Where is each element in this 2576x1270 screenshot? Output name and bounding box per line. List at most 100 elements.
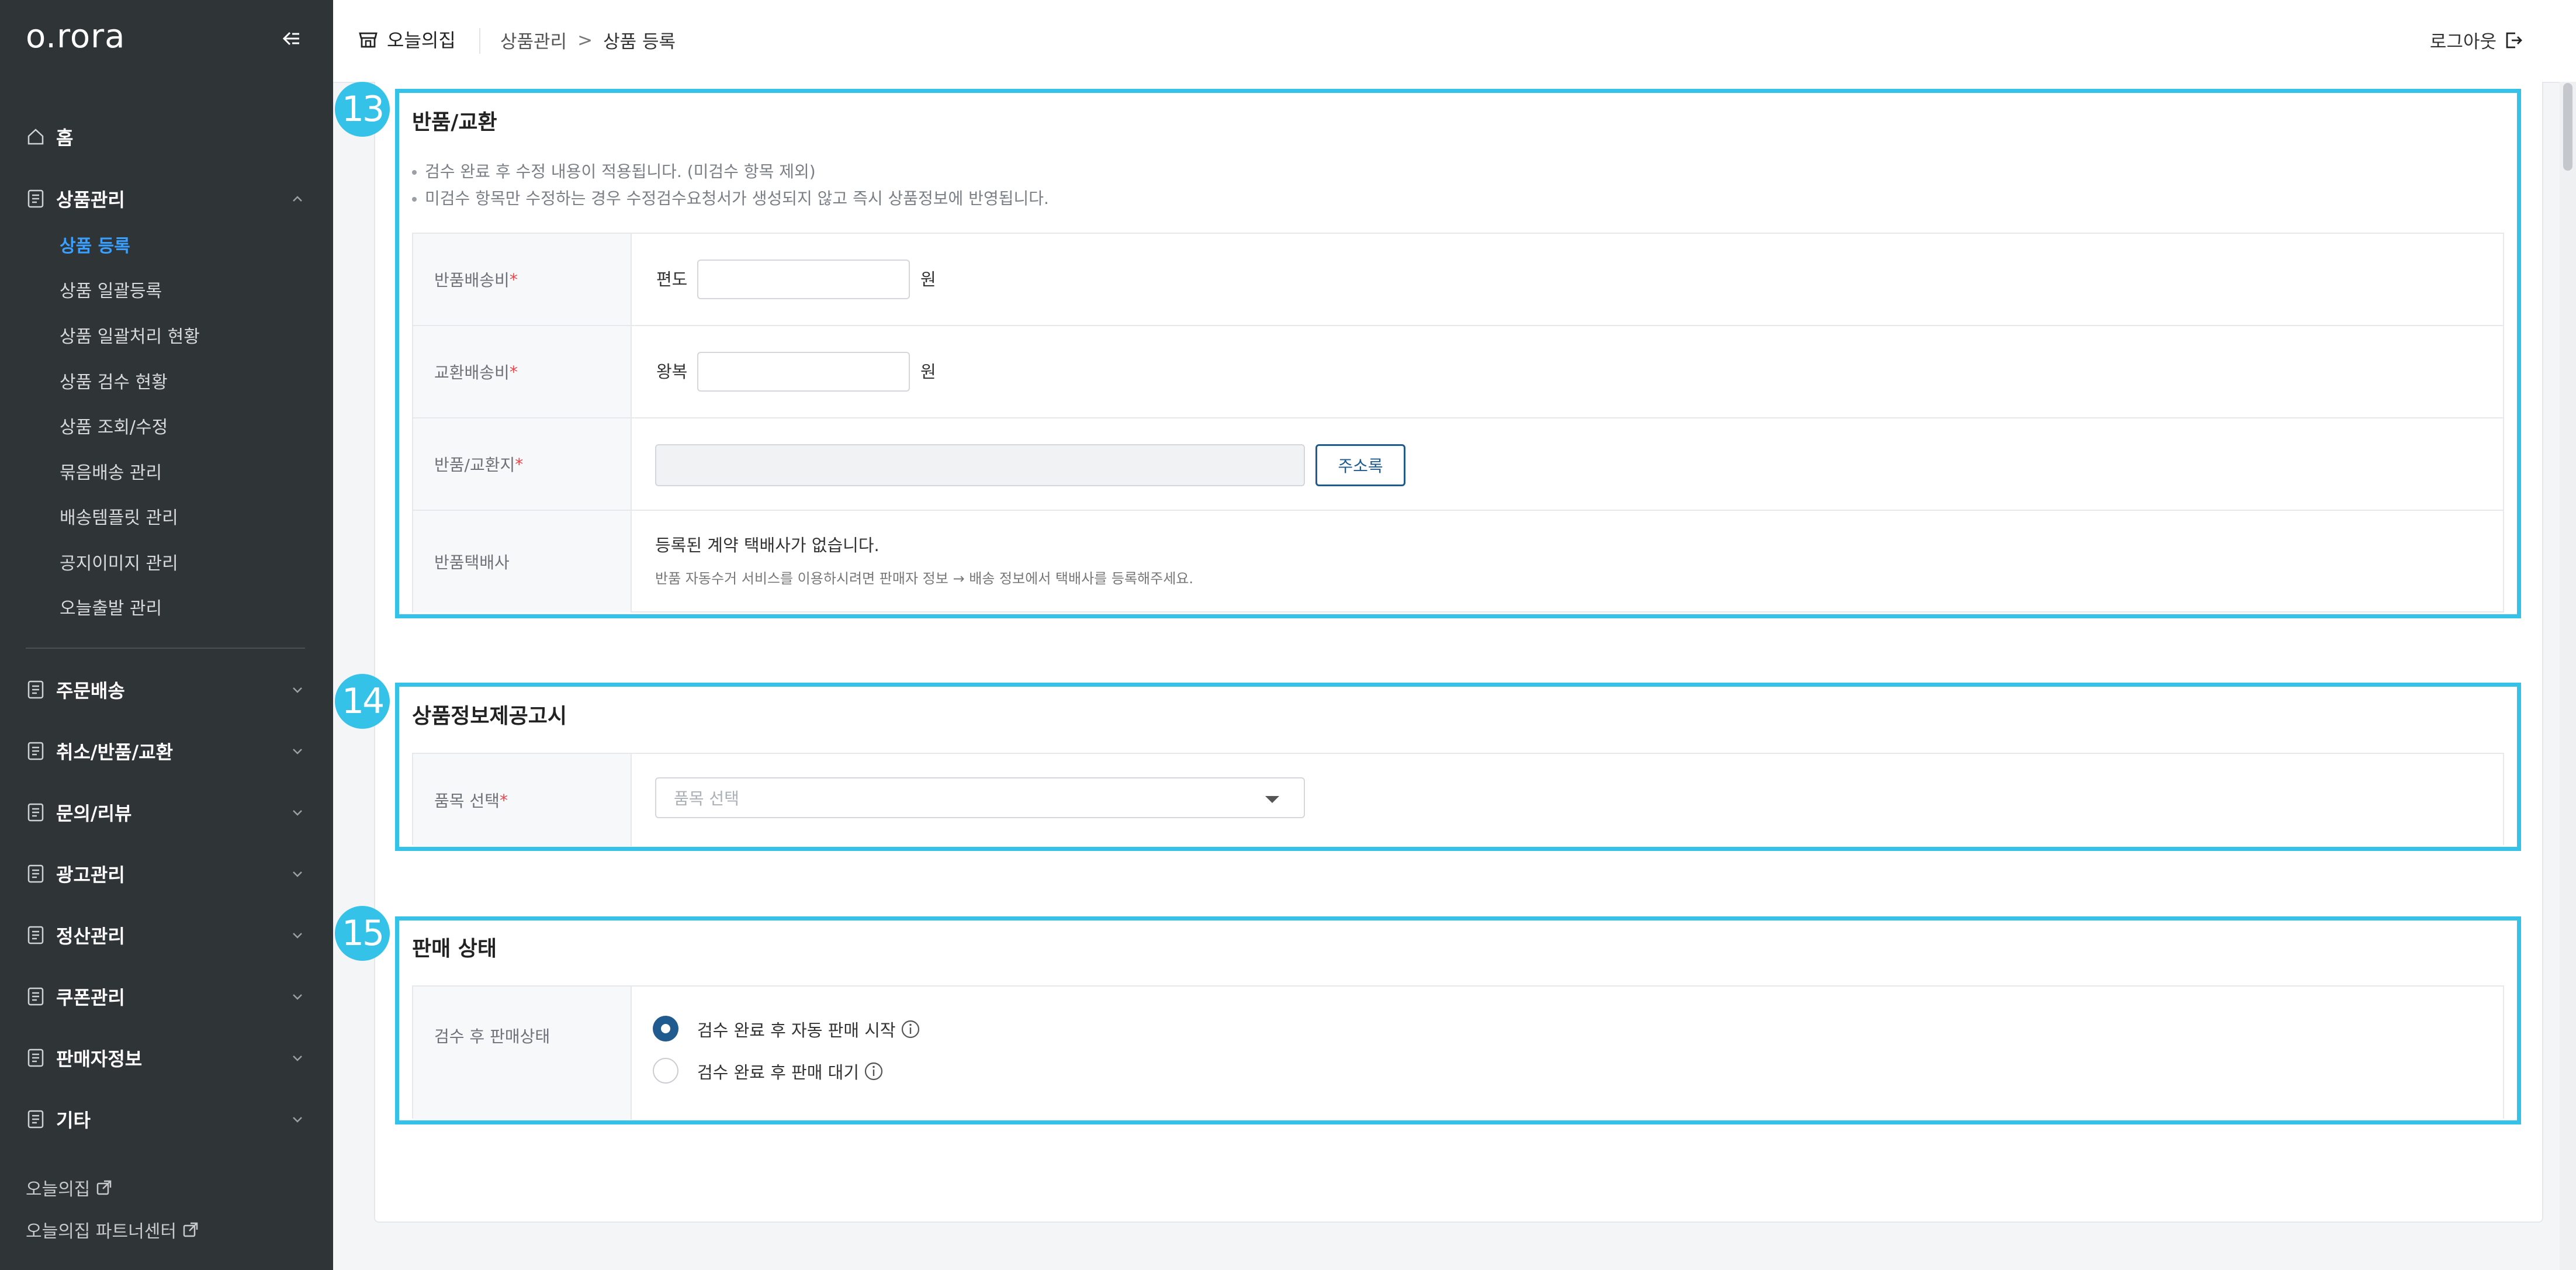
document-icon <box>26 741 46 761</box>
return-fee-input[interactable] <box>697 259 910 299</box>
sidebar-item-orders[interactable]: 주문배송 <box>26 672 306 707</box>
address-book-button[interactable]: 주소록 <box>1315 444 1405 486</box>
notice-line: 미검수 항목만 수정하는 경우 수정검수요청서가 생성되지 않고 즉시 상품정보… <box>412 186 1049 209</box>
notice-text: 검수 완료 후 수정 내용이 적용됩니다. (미검수 항목 제외) <box>425 162 816 181</box>
row-return-courier: 반품택배사 등록된 계약 택배사가 없습니다. 반품 자동수거 서비스를 이용하… <box>413 511 2503 612</box>
section-title-product-info: 상품정보제공고시 <box>412 704 567 728</box>
radio-auto-sale-label[interactable]: 검수 완료 후 자동 판매 시작 <box>697 1017 920 1041</box>
row-category: 품목 선택 * 품목 선택 <box>413 754 2503 846</box>
sidebar-item-coupon[interactable]: 쿠폰관리 <box>26 979 306 1014</box>
sidebar-item-label: 취소/반품/교환 <box>56 741 174 763</box>
no-courier-message: 등록된 계약 택배사가 없습니다. <box>655 535 880 555</box>
sidebar-item-settlement[interactable]: 정산관리 <box>26 918 306 953</box>
link-label: 오늘의집 <box>26 1179 91 1200</box>
sidebar-divider <box>26 648 305 649</box>
sidebar-item-label: 상품관리 <box>56 189 125 211</box>
collapse-sidebar-icon[interactable] <box>279 27 303 50</box>
option-text: 검수 완료 후 자동 판매 시작 <box>697 1020 896 1040</box>
logout-button[interactable]: 로그아웃 <box>2430 27 2523 53</box>
chevron-down-icon <box>289 1110 306 1128</box>
row-sale-status: 검수 후 판매상태 검수 완료 후 자동 판매 시작 검수 완료 후 판매 대기 <box>413 987 2503 1120</box>
document-icon <box>26 925 46 945</box>
logout-label: 로그아웃 <box>2429 32 2497 53</box>
top-header: 오늘의집 상품관리 > 상품 등록 로그아웃 <box>333 0 2576 83</box>
row-label: 반품/교환지 * <box>413 418 632 510</box>
sidebar-subitem-notice-image[interactable]: 공지이미지 관리 <box>60 549 178 579</box>
row-label: 검수 후 판매상태 <box>413 987 632 1120</box>
sidebar-item-home[interactable]: 홈 <box>26 119 306 154</box>
select-placeholder: 품목 선택 <box>674 789 739 808</box>
shop-name: 오늘의집 <box>387 29 456 51</box>
sidebar-subitem-bulk-status[interactable]: 상품 일괄처리 현황 <box>60 323 200 352</box>
sidebar-item-label: 홈 <box>56 127 74 149</box>
sidebar-item-product[interactable]: 상품관리 <box>26 181 306 216</box>
caret-down-icon <box>1265 796 1279 803</box>
scrollbar-thumb[interactable] <box>2563 83 2572 171</box>
option-text: 검수 완료 후 판매 대기 <box>697 1063 859 1082</box>
sidebar-item-cancel-return[interactable]: 취소/반품/교환 <box>26 733 306 769</box>
sidebar-item-label: 광고관리 <box>56 864 125 886</box>
exchange-fee-input[interactable] <box>697 352 910 392</box>
round-trip-label: 왕복 <box>656 362 688 382</box>
info-icon[interactable] <box>901 1019 920 1039</box>
chevron-up-icon <box>289 190 306 207</box>
sidebar-item-seller-info[interactable]: 판매자정보 <box>26 1040 306 1075</box>
breadcrumb-item[interactable]: 상품관리 <box>500 27 567 53</box>
row-return-address: 반품/교환지 * 주소록 <box>413 418 2503 511</box>
return-form-table: 반품배송비 * 편도 원 교환배송비 * 왕복 원 반품/교환지 * 주소록 반품택배… <box>412 233 2504 612</box>
notice-text: 미검수 항목만 수정하는 경우 수정검수요청서가 생성되지 않고 즉시 상품정보… <box>425 189 1049 208</box>
row-value: 편도 원 <box>632 234 2503 325</box>
chevron-down-icon <box>289 926 306 944</box>
info-icon[interactable] <box>864 1061 884 1081</box>
row-label: 반품배송비 * <box>413 234 632 325</box>
header-divider <box>479 28 480 54</box>
section-title-sale-status: 판매 상태 <box>412 937 497 961</box>
category-select[interactable]: 품목 선택 <box>655 777 1305 818</box>
external-link-icon <box>183 1222 198 1237</box>
home-icon <box>26 127 46 147</box>
product-info-table: 품목 선택 * 품목 선택 <box>412 753 2504 846</box>
bullet-icon <box>412 170 417 175</box>
document-icon <box>26 680 46 700</box>
sidebar: o.rora 홈 상품관리 상품 등록 상품 일괄등록 상품 일괄처리 현황 상… <box>0 0 333 1270</box>
sidebar-item-inquiry[interactable]: 문의/리뷰 <box>26 795 306 830</box>
document-icon <box>26 189 46 209</box>
sidebar-item-etc[interactable]: 기타 <box>26 1102 306 1137</box>
document-icon <box>26 987 46 1006</box>
radio-sale-wait[interactable] <box>653 1058 678 1084</box>
sidebar-subitem-today-departure[interactable]: 오늘출발 관리 <box>60 594 162 624</box>
breadcrumb-current: 상품 등록 <box>603 32 676 53</box>
sidebar-subitem-shipping-template[interactable]: 배송템플릿 관리 <box>60 504 178 533</box>
sidebar-item-ads[interactable]: 광고관리 <box>26 856 306 891</box>
radio-sale-wait-label[interactable]: 검수 완료 후 판매 대기 <box>697 1059 884 1084</box>
chevron-down-icon <box>289 1049 306 1067</box>
logo[interactable]: o.rora <box>26 18 125 56</box>
chevron-down-icon <box>289 988 306 1005</box>
sale-status-table: 검수 후 판매상태 검수 완료 후 자동 판매 시작 검수 완료 후 판매 대기 <box>412 985 2504 1120</box>
sidebar-item-label: 주문배송 <box>56 680 125 702</box>
sidebar-subitem-bundle-shipping[interactable]: 묶음배송 관리 <box>60 459 162 488</box>
scrollbar[interactable] <box>2560 82 2576 1270</box>
external-link-icon <box>97 1180 112 1195</box>
shop-link[interactable]: 오늘의집 <box>358 26 456 53</box>
document-icon <box>26 1048 46 1068</box>
link-ohouse[interactable]: 오늘의집 <box>26 1175 112 1200</box>
step-badge-14: 14 <box>335 674 390 729</box>
return-address-input[interactable] <box>655 444 1305 486</box>
sidebar-subitem-product-search[interactable]: 상품 조회/수정 <box>60 413 168 442</box>
breadcrumb-separator: > <box>577 29 593 51</box>
row-value: 왕복 원 <box>632 326 2503 417</box>
sidebar-item-label: 기타 <box>56 1109 91 1131</box>
notice-line: 검수 완료 후 수정 내용이 적용됩니다. (미검수 항목 제외) <box>412 159 816 182</box>
sidebar-item-label: 문의/리뷰 <box>56 802 132 825</box>
sidebar-item-label: 정산관리 <box>56 925 125 947</box>
sidebar-subitem-product-register[interactable]: 상품 등록 <box>60 232 130 261</box>
row-label: 품목 선택 * <box>413 754 632 846</box>
link-partner-center[interactable]: 오늘의집 파트너센터 <box>26 1217 199 1243</box>
document-icon <box>26 1109 46 1129</box>
currency-unit: 원 <box>920 362 936 382</box>
radio-auto-sale[interactable] <box>653 1016 678 1041</box>
sidebar-subitem-bulk-register[interactable]: 상품 일괄등록 <box>60 277 162 306</box>
store-icon <box>359 32 378 48</box>
sidebar-subitem-inspection-status[interactable]: 상품 검수 현황 <box>60 368 168 397</box>
